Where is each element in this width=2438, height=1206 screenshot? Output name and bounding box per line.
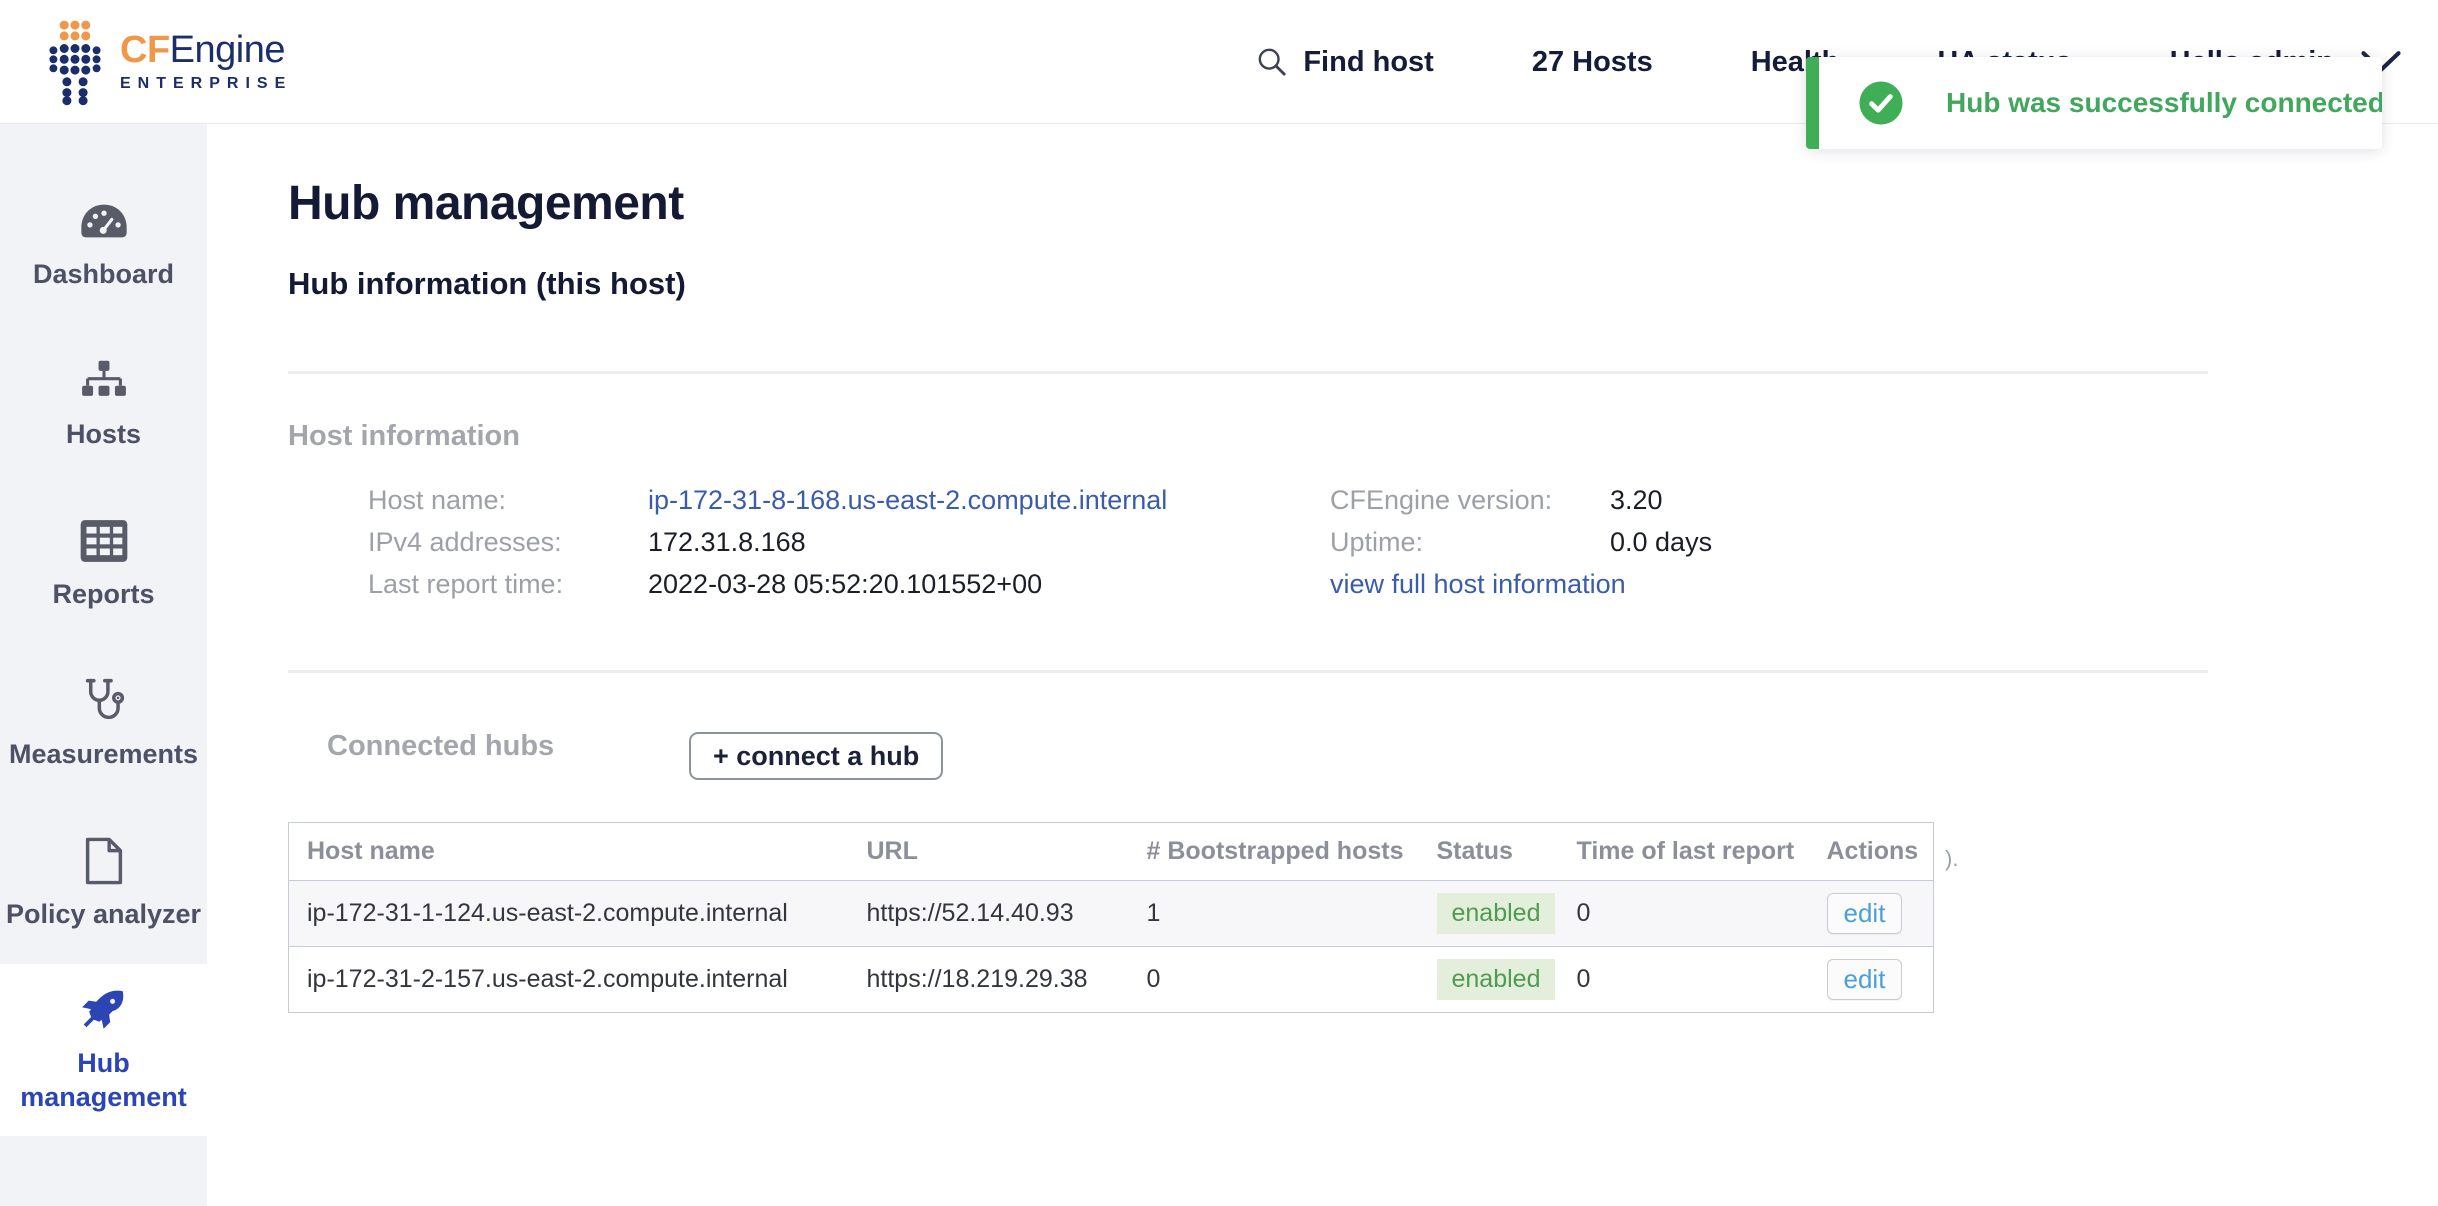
host-name-link[interactable]: ip-172-31-8-168.us-east-2.compute.intern…: [648, 484, 1167, 517]
cell-host-name: ip-172-31-1-124.us-east-2.compute.intern…: [289, 881, 849, 947]
main-content: Hub management Hub information (this hos…: [207, 124, 2438, 1206]
page-subtitle: Hub information (this host): [288, 266, 686, 302]
host-info-right: CFEngine version: 3.20 Uptime: 0.0 days …: [1330, 484, 1712, 601]
nav-hosts-count[interactable]: 27 Hosts: [1532, 46, 1653, 79]
sidebar-item-measurements[interactable]: Measurements: [0, 644, 207, 804]
logo-engine: Engine: [170, 29, 285, 71]
status-badge: enabled: [1437, 893, 1556, 934]
sidebar-item-hosts[interactable]: Hosts: [0, 324, 207, 484]
cfengine-logo[interactable]: CFEngine ENTERPRISE: [48, 18, 292, 106]
success-toast: Hub was successfully connected: [1806, 57, 2382, 149]
find-host-label: Find host: [1303, 46, 1433, 79]
column-url: URL: [849, 823, 1129, 881]
uptime-label: Uptime:: [1330, 526, 1610, 559]
ipv4-value: 172.31.8.168: [648, 526, 1167, 559]
connected-hubs-heading: Connected hubs: [327, 730, 554, 763]
cell-url: https://18.219.29.38: [849, 947, 1129, 1013]
find-host-button[interactable]: Find host: [1255, 45, 1433, 79]
host-info-left: Host name: ip-172-31-8-168.us-east-2.com…: [368, 484, 1167, 601]
gauge-icon: [79, 196, 129, 246]
ipv4-label: IPv4 addresses:: [368, 526, 648, 559]
table-row: ip-172-31-2-157.us-east-2.compute.intern…: [289, 947, 1934, 1013]
sidebar-label-hub-management: Hub management: [0, 1047, 207, 1115]
stray-text-fragment: ).: [1945, 846, 1958, 872]
cell-bootstrapped: 0: [1129, 947, 1419, 1013]
hub-management-page: CFEngine ENTERPRISE Find host 27 Hosts H…: [0, 0, 2438, 1206]
cell-last-report: 0: [1559, 881, 1809, 947]
divider: [288, 371, 2208, 374]
rocket-icon: [79, 985, 129, 1035]
edit-button[interactable]: edit: [1827, 893, 1903, 934]
last-report-time-label: Last report time:: [368, 568, 648, 601]
page-title: Hub management: [288, 176, 684, 231]
edit-button[interactable]: edit: [1827, 959, 1903, 1000]
column-status: Status: [1419, 823, 1559, 881]
toast-message: Hub was successfully connected: [1946, 87, 2382, 119]
host-name-label: Host name:: [368, 484, 648, 517]
sidebar-label-policy-analyzer: Policy analyzer: [2, 898, 205, 932]
document-icon: [79, 836, 129, 886]
view-full-host-information-link[interactable]: view full host information: [1330, 568, 1712, 601]
sidebar-item-dashboard[interactable]: Dashboard: [0, 164, 207, 324]
cell-last-report: 0: [1559, 947, 1809, 1013]
logo-text: CFEngine ENTERPRISE: [120, 31, 292, 93]
table-grid-icon: [79, 516, 129, 566]
cfengine-version-label: CFEngine version:: [1330, 484, 1610, 517]
column-bootstrapped-hosts: # Bootstrapped hosts: [1129, 823, 1419, 881]
column-actions: Actions: [1809, 823, 1934, 881]
cell-bootstrapped: 1: [1129, 881, 1419, 947]
search-icon: [1255, 45, 1289, 79]
status-badge: enabled: [1437, 959, 1556, 1000]
sidebar-label-reports: Reports: [48, 578, 158, 612]
toast-accent-bar: [1806, 57, 1819, 149]
cell-host-name: ip-172-31-2-157.us-east-2.compute.intern…: [289, 947, 849, 1013]
cfengine-version-value: 3.20: [1610, 484, 1712, 517]
sidebar-label-measurements: Measurements: [5, 738, 202, 772]
last-report-time-value: 2022-03-28 05:52:20.101552+00: [648, 568, 1167, 601]
table-header-row: Host name URL # Bootstrapped hosts Statu…: [289, 823, 1934, 881]
sidebar-label-hosts: Hosts: [62, 418, 145, 452]
sidebar-item-reports[interactable]: Reports: [0, 484, 207, 644]
sidebar-item-hub-management[interactable]: Hub management: [0, 964, 207, 1136]
check-circle-icon: [1858, 80, 1904, 126]
divider: [288, 670, 2208, 673]
stethoscope-icon: [79, 676, 129, 726]
sitemap-icon: [79, 356, 129, 406]
uptime-value: 0.0 days: [1610, 526, 1712, 559]
column-host-name: Host name: [289, 823, 849, 881]
hosts-count-label: 27 Hosts: [1532, 46, 1653, 79]
host-information-heading: Host information: [288, 420, 520, 453]
column-time-of-last-report: Time of last report: [1559, 823, 1809, 881]
cell-url: https://52.14.40.93: [849, 881, 1129, 947]
sidebar-item-policy-analyzer[interactable]: Policy analyzer: [0, 804, 207, 964]
cfengine-robot-icon: [48, 18, 102, 106]
table-row: ip-172-31-1-124.us-east-2.compute.intern…: [289, 881, 1934, 947]
connect-a-hub-button[interactable]: + connect a hub: [689, 732, 943, 780]
logo-enterprise: ENTERPRISE: [120, 75, 292, 93]
connected-hubs-table: Host name URL # Bootstrapped hosts Statu…: [288, 822, 1934, 1013]
logo-cf: CF: [120, 29, 170, 71]
sidebar: Dashboard Hosts: [0, 124, 207, 1206]
sidebar-label-dashboard: Dashboard: [29, 258, 178, 292]
